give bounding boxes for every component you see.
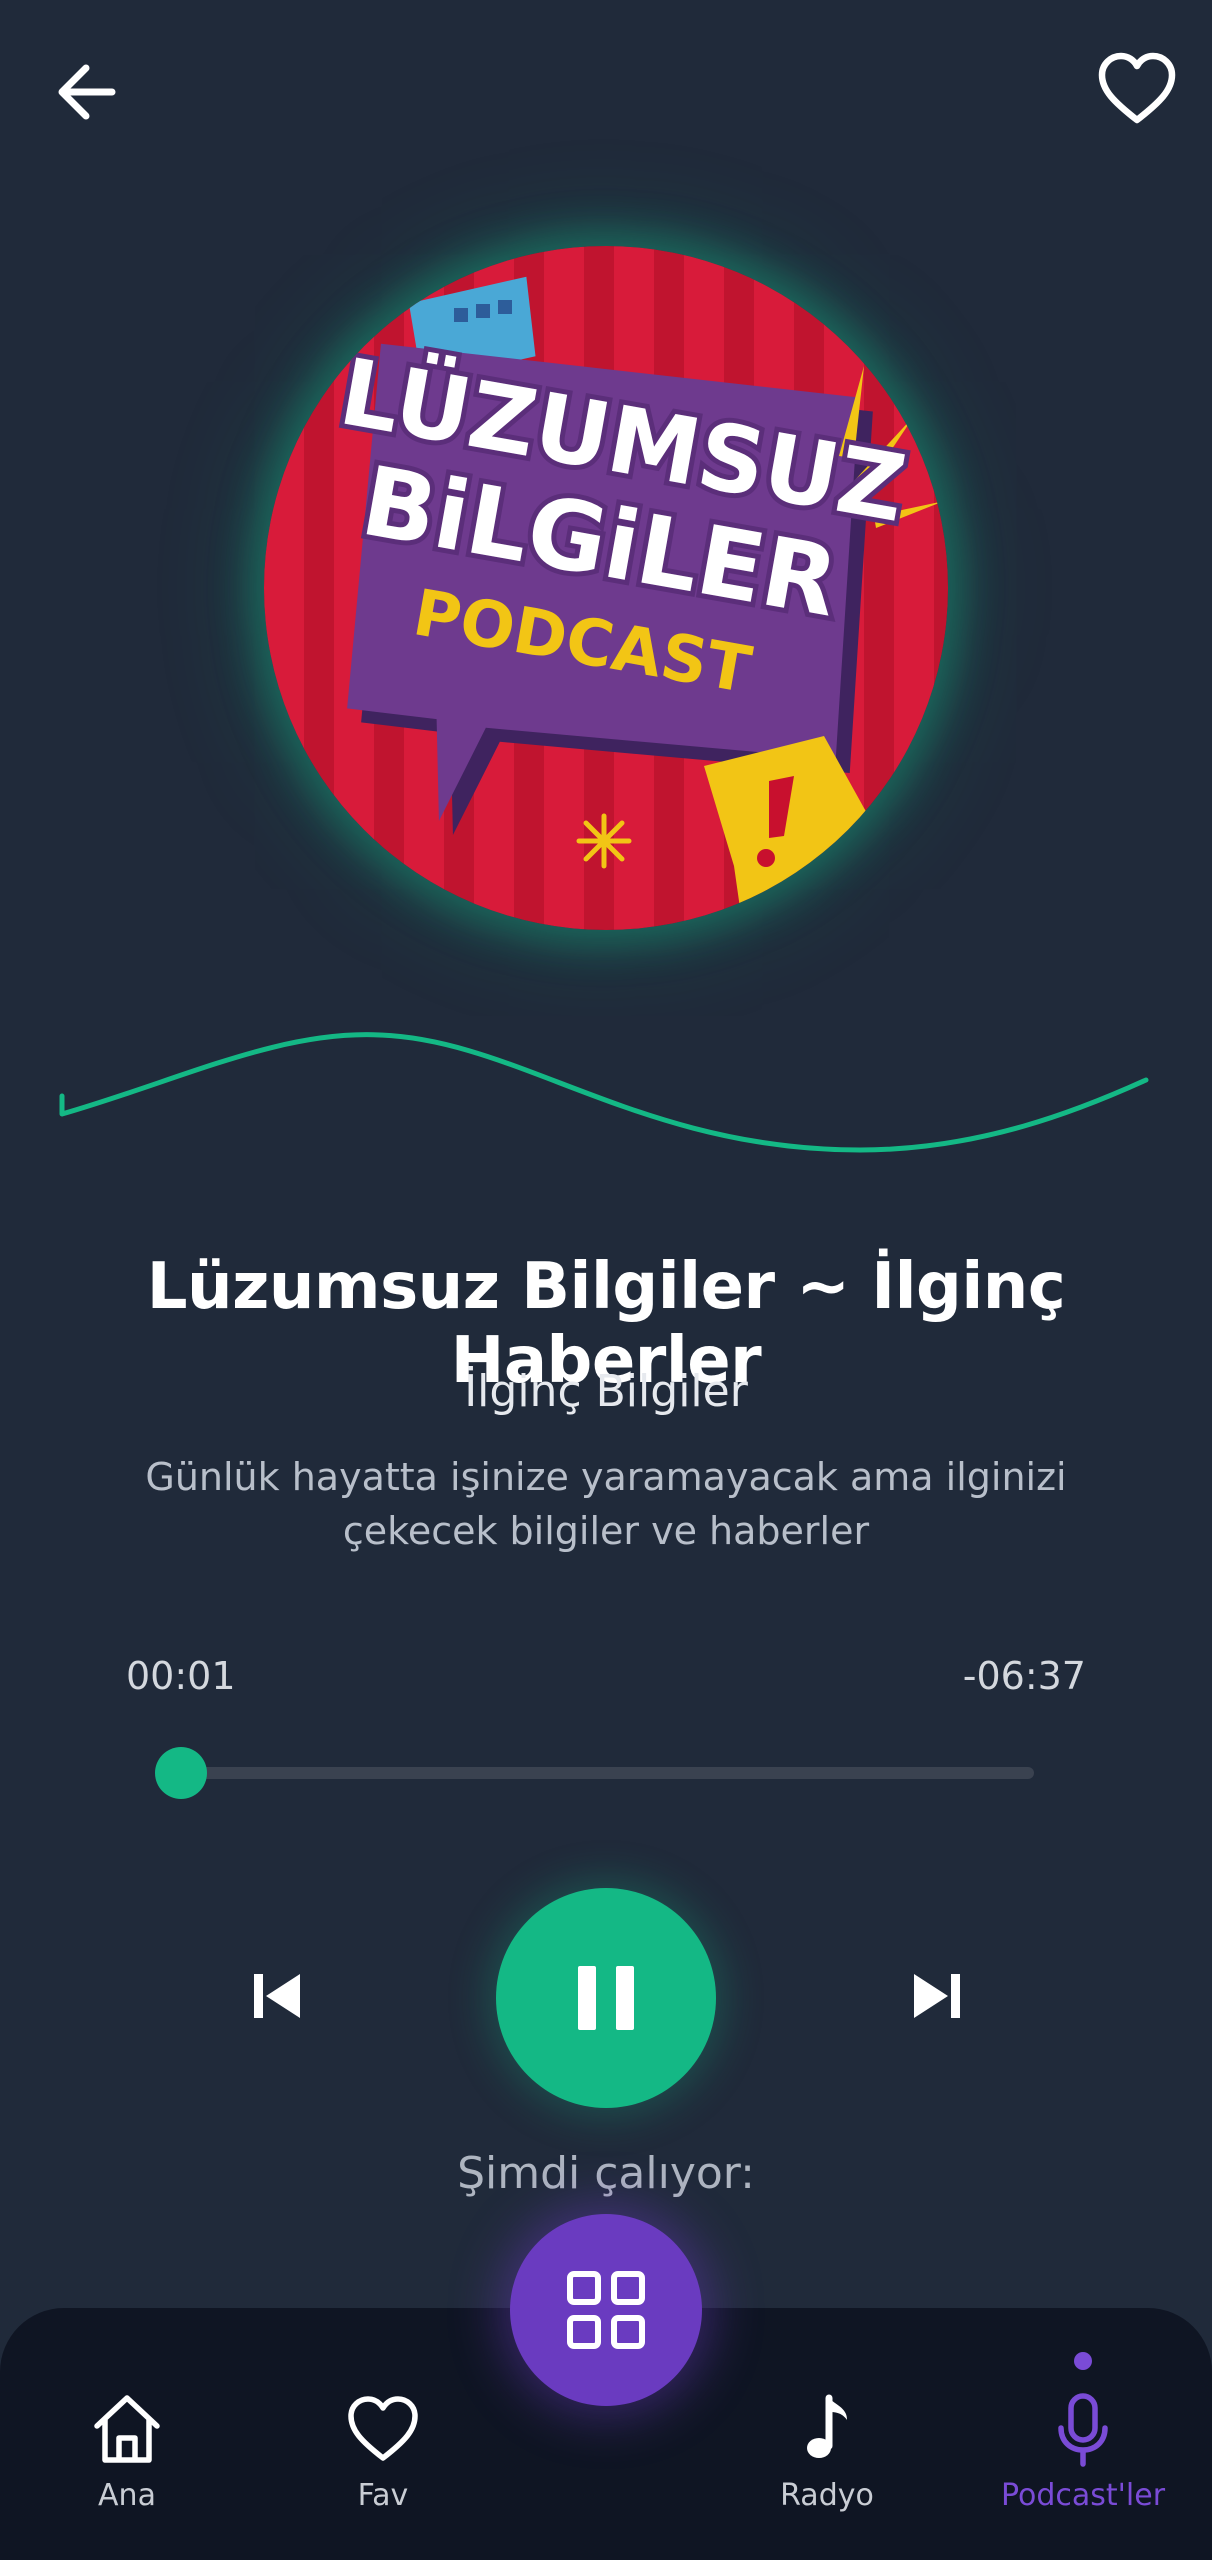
nav-item-home[interactable]: Ana — [17, 2386, 237, 2546]
nav-label-podcasts: Podcast'ler — [1000, 2478, 1166, 2513]
nav-item-radio[interactable]: Radyo — [717, 2386, 937, 2546]
arrow-left-icon — [58, 64, 116, 120]
nav-item-podcasts[interactable]: Podcast'ler — [973, 2386, 1193, 2546]
now-playing-label: Şimdi çalıyor: — [457, 2148, 755, 2199]
pause-icon — [578, 1966, 634, 2030]
progress-track[interactable] — [178, 1767, 1034, 1779]
favorite-button[interactable] — [1096, 48, 1178, 130]
music-note-icon — [807, 2394, 847, 2458]
back-button[interactable] — [48, 52, 128, 132]
remaining-time: -06:37 — [962, 1654, 1086, 1698]
home-icon — [94, 2395, 160, 2463]
skip-previous-icon — [254, 1974, 300, 2018]
pause-button[interactable] — [496, 1888, 716, 2108]
menu-grid-button[interactable] — [510, 2214, 702, 2406]
next-button[interactable] — [898, 1958, 974, 2034]
active-indicator-dot — [1074, 2352, 1092, 2370]
episode-description: Günlük hayatta işinize yaramayacak ama i… — [145, 1455, 1067, 1553]
heart-icon — [348, 2396, 418, 2461]
skip-next-icon — [914, 1974, 960, 2018]
grid-icon — [567, 2271, 645, 2349]
progress-thumb[interactable] — [154, 1747, 207, 1799]
nav-label-radio: Radyo — [780, 2478, 874, 2513]
audio-wave-line — [59, 1032, 1149, 1153]
nav-label-favorites: Fav — [357, 2478, 409, 2513]
microphone-icon — [1058, 2393, 1108, 2467]
previous-button[interactable] — [240, 1958, 316, 2034]
elapsed-time: 00:01 — [126, 1654, 236, 1698]
episode-subtitle: İlginç Bilgiler — [464, 1366, 748, 1417]
nav-item-favorites[interactable]: Fav — [273, 2386, 493, 2546]
heart-outline-icon — [1098, 52, 1176, 124]
podcast-cover-art: LÜZUMSUZ LÜZUMSUZ BiLGiLER BiLGiLER PODC… — [264, 246, 948, 930]
nav-label-home: Ana — [98, 2478, 156, 2513]
